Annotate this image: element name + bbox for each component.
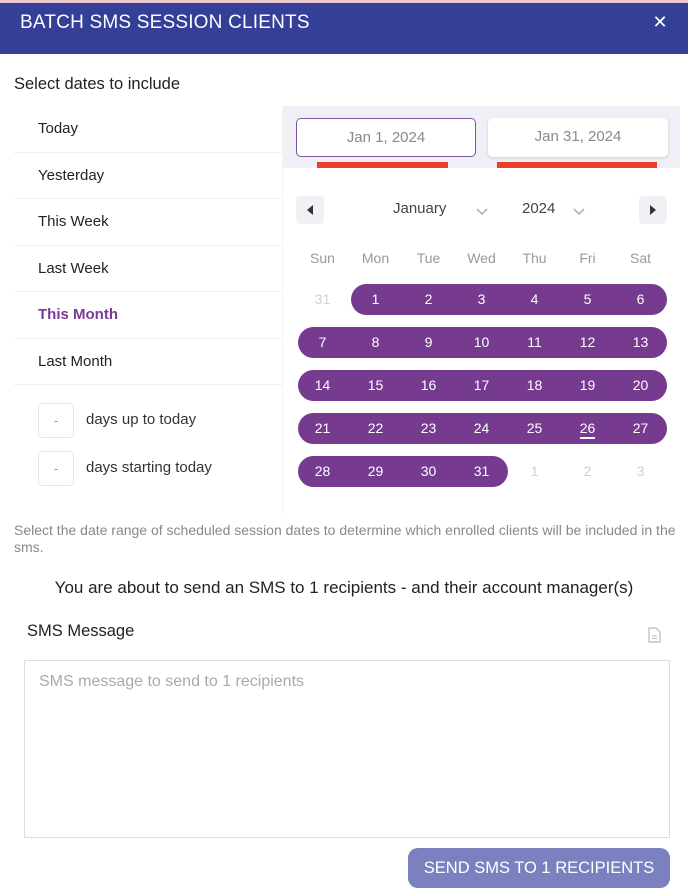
- preset-this-week[interactable]: This Week: [14, 199, 282, 246]
- calendar-day[interactable]: 13: [614, 327, 667, 358]
- weekday-fri: Fri: [579, 250, 596, 266]
- calendar-day[interactable]: 28: [296, 456, 349, 487]
- caret-right-icon: [650, 205, 656, 215]
- send-sms-button[interactable]: SEND SMS TO 1 RECIPIENTS: [408, 848, 670, 888]
- preset-last-month[interactable]: Last Month: [14, 339, 282, 385]
- sms-message-label: SMS Message: [27, 622, 135, 640]
- preset-today[interactable]: Today: [14, 106, 282, 153]
- calendar-day[interactable]: 5: [561, 284, 614, 315]
- days-starting-today-row: - days starting today: [38, 451, 278, 487]
- calendar-day[interactable]: 14: [296, 370, 349, 401]
- calendar-day-outside[interactable]: 2: [561, 456, 614, 487]
- calendar-day[interactable]: 9: [402, 327, 455, 358]
- calendar-day[interactable]: 7: [296, 327, 349, 358]
- end-date-input[interactable]: Jan 31, 2024: [488, 118, 668, 157]
- dialog-title: BATCH SMS SESSION CLIENTS: [20, 12, 310, 33]
- date-range-hint: Select the date range of scheduled sessi…: [14, 522, 676, 555]
- calendar-day[interactable]: 26: [561, 413, 614, 444]
- year-select[interactable]: 2024: [522, 200, 555, 217]
- dialog-header: BATCH SMS SESSION CLIENTS ✕: [0, 3, 688, 54]
- calendar-day[interactable]: 20: [614, 370, 667, 401]
- next-month-button[interactable]: [639, 196, 667, 224]
- calendar-day[interactable]: 27: [614, 413, 667, 444]
- calendar-day[interactable]: 16: [402, 370, 455, 401]
- sms-message-input[interactable]: [24, 660, 670, 838]
- calendar-day[interactable]: 8: [349, 327, 402, 358]
- weekday-tue: Tue: [416, 250, 441, 266]
- calendar-day[interactable]: 19: [561, 370, 614, 401]
- calendar-day[interactable]: 29: [349, 456, 402, 487]
- calendar-day-outside[interactable]: 31: [296, 284, 349, 315]
- calendar-day[interactable]: 2: [402, 284, 455, 315]
- recipients-notice: You are about to send an SMS to 1 recipi…: [54, 578, 634, 597]
- prev-month-button[interactable]: [296, 196, 324, 224]
- calendar-day-outside[interactable]: 3: [614, 456, 667, 487]
- weekday-header: Sun Mon Tue Wed Thu Fri Sat: [296, 250, 666, 270]
- calendar-day[interactable]: 1: [349, 284, 402, 315]
- close-icon[interactable]: ✕: [648, 10, 672, 34]
- calendar-day[interactable]: 11: [508, 327, 561, 358]
- calendar-day[interactable]: 25: [508, 413, 561, 444]
- caret-left-icon: [307, 205, 313, 215]
- preset-yesterday[interactable]: Yesterday: [14, 153, 282, 199]
- year-chevron-down-icon: [573, 203, 585, 221]
- preset-this-month[interactable]: This Month: [14, 292, 282, 339]
- calendar-day[interactable]: 15: [349, 370, 402, 401]
- calendar-day[interactable]: 22: [349, 413, 402, 444]
- calendar-day[interactable]: 4: [508, 284, 561, 315]
- calendar-day[interactable]: 3: [455, 284, 508, 315]
- month-chevron-down-icon: [476, 203, 488, 221]
- weekday-sat: Sat: [629, 250, 651, 266]
- weekday-wed: Wed: [467, 250, 496, 266]
- calendar-day[interactable]: 6: [614, 284, 667, 315]
- start-date-marker: [317, 162, 448, 168]
- select-dates-label: Select dates to include: [14, 75, 181, 93]
- calendar-day-outside[interactable]: 1: [508, 456, 561, 487]
- calendar-day[interactable]: 10: [455, 327, 508, 358]
- days-up-to-today-input[interactable]: -: [38, 403, 74, 438]
- days-up-to-today-row: - days up to today: [38, 403, 278, 439]
- preset-list: Today Yesterday This Week Last Week This…: [14, 106, 282, 385]
- days-up-to-today-label: days up to today: [86, 411, 197, 428]
- end-date-marker: [497, 162, 657, 168]
- template-document-icon[interactable]: [648, 627, 661, 648]
- weekday-thu: Thu: [522, 250, 547, 266]
- start-date-input[interactable]: Jan 1, 2024: [296, 118, 476, 157]
- calendar-day[interactable]: 24: [455, 413, 508, 444]
- weekday-mon: Mon: [361, 250, 390, 266]
- calendar-day[interactable]: 30: [402, 456, 455, 487]
- calendar-day[interactable]: 31: [455, 456, 508, 487]
- preset-last-week[interactable]: Last Week: [14, 246, 282, 292]
- calendar-day[interactable]: 12: [561, 327, 614, 358]
- calendar-day[interactable]: 21: [296, 413, 349, 444]
- weekday-sun: Sun: [310, 250, 335, 266]
- days-starting-today-label: days starting today: [86, 459, 212, 476]
- month-select[interactable]: January: [393, 200, 446, 217]
- calendar-day[interactable]: 23: [402, 413, 455, 444]
- days-starting-today-input[interactable]: -: [38, 451, 74, 486]
- calendar-day[interactable]: 18: [508, 370, 561, 401]
- calendar-day[interactable]: 17: [455, 370, 508, 401]
